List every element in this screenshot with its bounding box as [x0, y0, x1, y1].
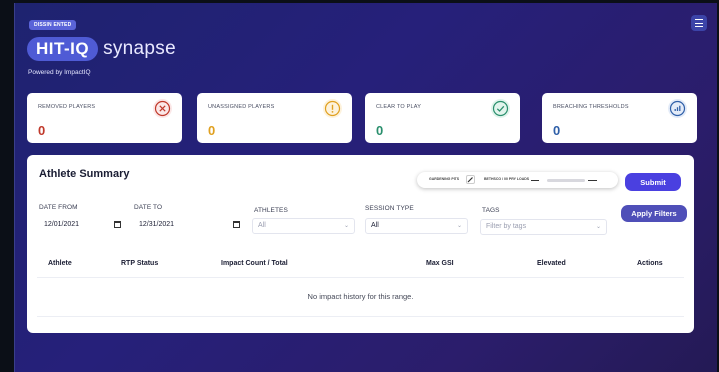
session-type-select[interactable]: All ⌄ — [365, 218, 468, 234]
stat-label: UNASSIGNED PLAYERS — [208, 104, 275, 110]
check-circle-icon — [491, 99, 510, 118]
athletes-label: ATHLETES — [254, 207, 288, 214]
slider-track[interactable] — [547, 178, 585, 182]
stat-card-removed-players[interactable]: REMOVED PLAYERS 0 — [27, 93, 182, 143]
pitch-label: GARDENING PITS — [429, 177, 460, 181]
tags-select[interactable]: Filter by tags ⌄ — [480, 219, 607, 235]
edit-icon[interactable] — [466, 175, 475, 184]
tags-placeholder: Filter by tags — [486, 223, 527, 230]
date-to-input[interactable]: 12/31/2021 — [134, 218, 244, 234]
bar-chart-icon — [668, 99, 687, 118]
chevron-down-icon: ⌄ — [595, 224, 601, 230]
athlete-summary-panel: Athlete Summary GARDENING PITS BETHSCO /… — [27, 155, 694, 333]
calendar-icon[interactable] — [233, 221, 240, 228]
pitch-controls[interactable]: GARDENING PITS BETHSCO / 00 PRY LOADS — [417, 172, 618, 188]
stat-value: 0 — [376, 123, 384, 138]
date-to-value: 12/31/2021 — [139, 221, 175, 228]
stat-card-clear-to-play[interactable]: CLEAR TO PLAY 0 — [365, 93, 520, 143]
table-divider — [37, 316, 684, 317]
stat-label: CLEAR TO PLAY — [376, 104, 422, 110]
load-label: BETHSCO / 00 PRY LOADS — [484, 177, 530, 181]
column-header-max-gsi[interactable]: Max GSI — [426, 260, 454, 267]
stat-card-unassigned-players[interactable]: UNASSIGNED PLAYERS 0 — [197, 93, 352, 143]
column-header-rtp-status[interactable]: RTP Status — [121, 260, 158, 267]
athletes-select[interactable]: All ⌄ — [252, 218, 355, 234]
panel-title: Athlete Summary — [39, 168, 130, 180]
session-type-label: SESSION TYPE — [365, 205, 414, 212]
athletes-value: All — [258, 222, 266, 229]
exclamation-icon — [323, 99, 342, 118]
environment-tag: DISSIN ENTED — [29, 20, 77, 30]
slider-marker — [531, 179, 539, 181]
submit-button[interactable]: Submit — [625, 173, 681, 191]
session-type-value: All — [371, 222, 379, 229]
table-divider — [37, 277, 684, 278]
column-header-elevated[interactable]: Elevated — [537, 260, 566, 267]
column-header-athlete[interactable]: Athlete — [48, 260, 72, 267]
stat-label: BREACHING THRESHOLDS — [553, 104, 629, 110]
date-to-label: DATE TO — [134, 204, 163, 211]
logo-badge: HIT-IQ — [27, 37, 99, 61]
date-from-value: 12/01/2021 — [44, 221, 80, 228]
hamburger-menu-icon[interactable] — [691, 15, 707, 31]
date-from-label: DATE FROM — [39, 204, 78, 211]
stat-value: 0 — [553, 123, 561, 138]
slider-marker — [588, 179, 597, 181]
empty-state-message: No impact history for this range. — [307, 292, 414, 301]
calendar-icon[interactable] — [114, 221, 121, 228]
stat-value: 0 — [38, 123, 46, 138]
stat-card-breaching-thresholds[interactable]: BREACHING THRESHOLDS 0 — [542, 93, 697, 143]
stat-value: 0 — [208, 123, 216, 138]
apply-filters-button[interactable]: Apply Filters — [621, 205, 687, 222]
stat-label: REMOVED PLAYERS — [38, 104, 96, 110]
column-header-actions[interactable]: Actions — [637, 260, 663, 267]
chevron-down-icon: ⌄ — [456, 223, 462, 229]
powered-by: Powered by ImpactIQ — [28, 69, 91, 76]
chevron-down-icon: ⌄ — [343, 223, 349, 229]
date-from-input[interactable]: 12/01/2021 — [39, 218, 125, 234]
x-circle-icon — [153, 99, 172, 118]
tags-label: TAGS — [482, 207, 500, 214]
logo-wordmark: synapse — [103, 38, 176, 59]
app-background: DISSIN ENTED HIT-IQ synapse Powered by I… — [14, 3, 717, 372]
column-header-impact-count[interactable]: Impact Count / Total — [221, 260, 288, 267]
logo: HIT-IQ synapse — [27, 37, 176, 61]
